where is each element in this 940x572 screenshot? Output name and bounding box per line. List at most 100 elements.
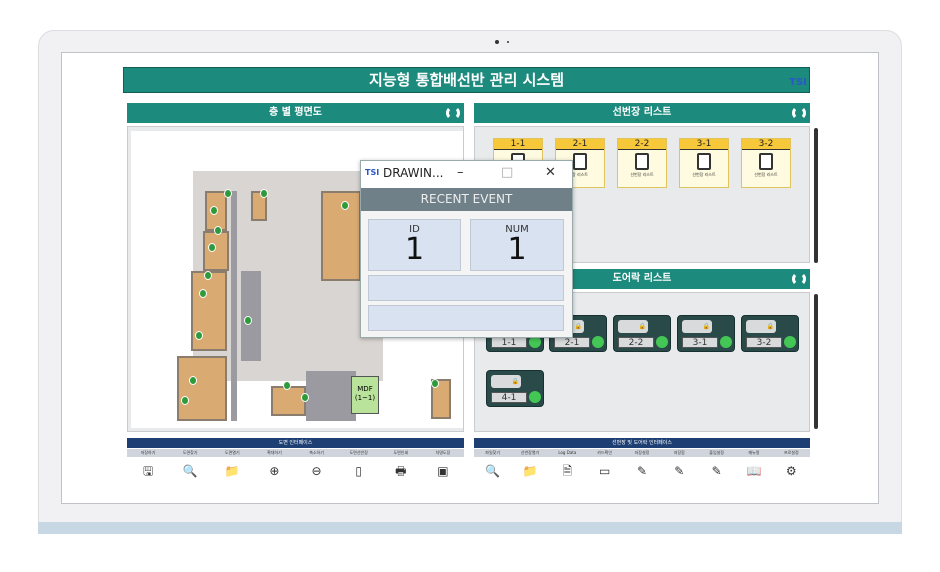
edit-icon[interactable]: ✎ (698, 459, 735, 483)
right-interface-labels: 파일찾기 선번장열기 Log Data 카드확인 저장설정 저장함 출입설정 매뉴얼 프로설정 (474, 449, 810, 457)
cabinet-card[interactable]: 3-2 선번장 리스트 (741, 138, 791, 188)
cabinet-icon[interactable]: ▯ (338, 459, 380, 483)
cabinet-label: 3-1 (680, 139, 728, 150)
edit-icon[interactable]: ✎ (623, 459, 660, 483)
door-lock-card[interactable]: 🔒 2-2 (613, 315, 671, 352)
wall (231, 191, 237, 421)
status-led (656, 336, 668, 348)
door-lock-card[interactable]: 🔒 4-1 (486, 370, 544, 407)
scrollbar[interactable] (814, 128, 818, 263)
cabinet-card[interactable]: 2-2 선번장 리스트 (617, 138, 667, 188)
toolbar-label: 파일찾기 (485, 450, 501, 455)
id-cell: ID 1 (368, 219, 461, 271)
status-led (784, 336, 796, 348)
refresh-icon[interactable] (792, 106, 806, 120)
save-icon[interactable]: 🖫 (127, 459, 169, 483)
cabinet-marker[interactable] (260, 189, 268, 198)
cabinet-marker[interactable] (199, 289, 207, 298)
clipboard-icon (697, 153, 711, 170)
cabinet-marker[interactable] (181, 396, 189, 405)
popup-title: DRAWIN... (383, 166, 444, 180)
tsi-logo: TSI (365, 168, 380, 177)
mdf-room[interactable]: MDF (1~1) (351, 376, 379, 414)
cabinet-marker[interactable] (204, 271, 212, 280)
cabinet-caption: 선번장 리스트 (630, 172, 654, 177)
num-cell: NUM 1 (470, 219, 564, 271)
event-row (368, 275, 564, 301)
zoom-in-icon[interactable]: ⊕ (253, 459, 295, 483)
door-lock-card[interactable]: 🔒 3-1 (677, 315, 735, 352)
recent-event-window[interactable]: TSI DRAWIN... – □ ✕ RECENT EVENT ID 1 NU… (360, 160, 573, 338)
cabinet-marker[interactable] (431, 379, 439, 388)
monitor-base (38, 522, 902, 534)
search-icon[interactable]: 🔍 (169, 459, 211, 483)
clipboard-icon (573, 153, 587, 170)
cabinet-marker[interactable] (208, 243, 216, 252)
refresh-icon[interactable] (792, 272, 806, 286)
lock-icon: 🔒 (746, 320, 776, 333)
toolbar-label: 프로설정 (783, 450, 799, 455)
refresh-icon[interactable] (446, 106, 460, 120)
sensor-dot (507, 41, 509, 43)
zoom-out-icon[interactable]: ⊖ (296, 459, 338, 483)
print-icon[interactable]: 🖶 (380, 459, 422, 483)
cabinet-marker[interactable] (195, 331, 203, 340)
door-lock-card[interactable]: 🔒 3-2 (741, 315, 799, 352)
floor-panel-header: 층 별 평면도 (127, 103, 464, 123)
wall (241, 271, 261, 361)
cabinet-marker[interactable] (224, 189, 232, 198)
toolbar-label: 매뉴얼 (748, 450, 760, 455)
popup-titlebar[interactable]: TSI DRAWIN... – □ ✕ (361, 161, 572, 188)
close-button[interactable]: ✕ (545, 165, 556, 180)
cabinet-marker[interactable] (341, 201, 349, 210)
toolbar-label: 출입설정 (709, 450, 724, 455)
status-led (592, 336, 604, 348)
app-title: 지능형 통합배선반 관리 시스템 (368, 71, 565, 89)
settings-icon[interactable]: ⚙ (773, 459, 810, 483)
floor-panel-title: 층 별 평면도 (269, 107, 322, 118)
cabinet-marker[interactable] (244, 316, 252, 325)
log-icon[interactable]: 🗎 (549, 459, 586, 483)
toolbar-label: 저장함 (673, 450, 685, 455)
cabinet-marker[interactable] (301, 393, 309, 402)
folder-icon[interactable]: 📁 (211, 459, 253, 483)
card-icon[interactable]: ▭ (586, 459, 623, 483)
cabinet-marker[interactable] (189, 376, 197, 385)
door-label: 2-2 (618, 337, 654, 348)
cabinet-label: 1-1 (494, 139, 542, 150)
app-title-bar: 지능형 통합배선반 관리 시스템 TSI (123, 67, 810, 93)
lock-icon: 🔒 (618, 320, 648, 333)
stamp-icon[interactable]: ▣ (422, 459, 464, 483)
maximize-button[interactable]: □ (501, 165, 513, 180)
lock-icon: 🔒 (491, 375, 521, 388)
toolbar-label: 카드확인 (597, 450, 613, 455)
cabinet-caption: 선번장 리스트 (692, 172, 716, 177)
recent-event-header: RECENT EVENT (361, 188, 572, 211)
toolbar-label: 확대하기 (267, 450, 282, 455)
cabinet-label: 2-1 (556, 139, 604, 150)
toolbar-label: 저장하기 (140, 450, 156, 455)
scrollbar[interactable] (814, 294, 818, 429)
cabinet-marker[interactable] (214, 226, 222, 235)
toolbar-label: 저장설정 (634, 450, 650, 455)
event-row (368, 305, 564, 331)
tsi-logo: TSI (789, 71, 807, 89)
door-label: 2-1 (554, 337, 590, 348)
search-icon[interactable]: 🔍 (474, 459, 511, 483)
left-interface-toolbar: 🖫 🔍 📁 ⊕ ⊖ ▯ 🖶 ▣ (127, 459, 464, 483)
edit-icon[interactable]: ✎ (661, 459, 698, 483)
cabinet-marker[interactable] (210, 206, 218, 215)
folder-icon[interactable]: 📁 (511, 459, 548, 483)
door-panel-title: 도어락 리스트 (612, 273, 672, 284)
right-interface-header: 선번장 및 도어락 인터페이스 (474, 438, 810, 448)
manual-icon[interactable]: 📖 (735, 459, 772, 483)
cabinet-card[interactable]: 3-1 선번장 리스트 (679, 138, 729, 188)
num-value: 1 (507, 232, 527, 267)
clipboard-icon (759, 153, 773, 170)
wall (306, 371, 356, 421)
cabinet-panel-header: 선번장 리스트 (474, 103, 810, 123)
minimize-button[interactable]: – (457, 165, 464, 180)
toolbar-label: Log Data (558, 450, 577, 455)
door-label: 1-1 (491, 337, 527, 348)
cabinet-marker[interactable] (283, 381, 291, 390)
